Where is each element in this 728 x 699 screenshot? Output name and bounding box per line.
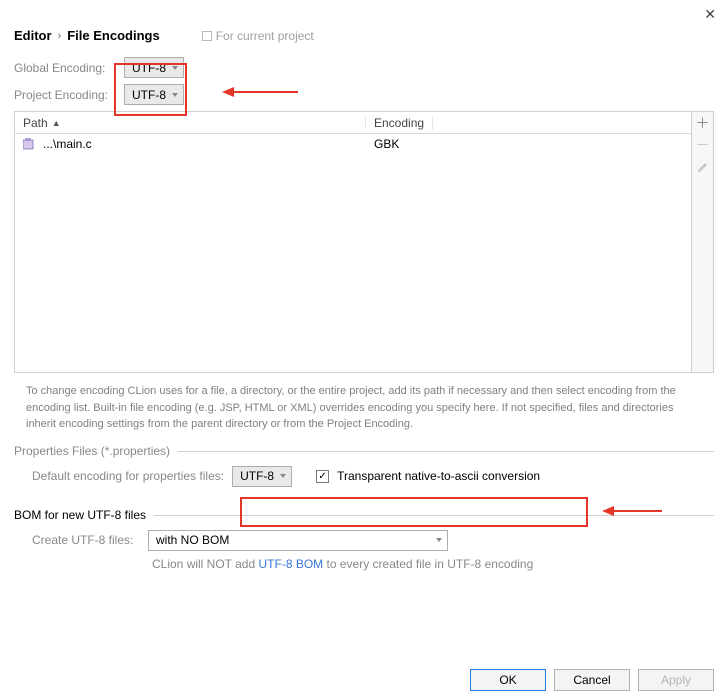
edit-button (692, 156, 714, 178)
chevron-down-icon (436, 538, 442, 542)
dialog-buttons: OK Cancel Apply (470, 669, 714, 691)
add-button[interactable]: ＋ (692, 112, 714, 134)
create-utf8-value: with NO BOM (156, 533, 229, 547)
properties-fieldset: Properties Files (*.properties) Default … (14, 451, 714, 497)
table-header: Path ▲ Encoding (15, 112, 691, 134)
close-icon[interactable]: ✕ (704, 6, 716, 23)
properties-legend: Properties Files (*.properties) (14, 444, 178, 458)
help-text: To change encoding CLion uses for a file… (14, 373, 714, 443)
apply-button: Apply (638, 669, 714, 691)
chevron-down-icon (172, 66, 178, 70)
create-utf8-dropdown[interactable]: with NO BOM (148, 530, 448, 551)
bom-legend: BOM for new UTF-8 files (14, 508, 154, 522)
breadcrumb-file-encodings: File Encodings (67, 28, 159, 43)
utf8-bom-link[interactable]: UTF-8 BOM (259, 557, 324, 571)
create-utf8-label: Create UTF-8 files: (32, 533, 140, 547)
project-encoding-label: Project Encoding: (14, 88, 116, 102)
transparent-checkbox[interactable]: ✓ (316, 470, 329, 483)
global-encoding-label: Global Encoding: (14, 61, 116, 75)
project-encoding-value: UTF-8 (132, 88, 166, 102)
column-path[interactable]: Path ▲ (15, 116, 366, 130)
chevron-down-icon (172, 93, 178, 97)
remove-button: － (692, 134, 714, 156)
bom-hint-post: to every created file in UTF-8 encoding (323, 557, 533, 571)
encoding-table: Path ▲ Encoding ...\main.c (14, 111, 714, 373)
row-encoding: GBK (374, 137, 399, 151)
c-file-icon (23, 138, 37, 150)
bom-hint: CLion will NOT add UTF-8 BOM to every cr… (152, 557, 714, 571)
default-encoding-dropdown[interactable]: UTF-8 (232, 466, 292, 487)
scope-text: For current project (216, 29, 314, 43)
bom-fieldset: BOM for new UTF-8 files Create UTF-8 fil… (14, 515, 714, 575)
cancel-button[interactable]: Cancel (554, 669, 630, 691)
table-tools: ＋ － (691, 112, 713, 372)
transparent-label[interactable]: Transparent native-to-ascii conversion (337, 469, 540, 483)
row-path: ...\main.c (43, 137, 92, 151)
column-path-label: Path (23, 116, 48, 130)
ok-button[interactable]: OK (470, 669, 546, 691)
global-encoding-value: UTF-8 (132, 61, 166, 75)
chevron-right-icon: › (58, 30, 62, 42)
scope-label: For current project (202, 29, 314, 43)
bom-hint-pre: CLion will NOT add (152, 557, 259, 571)
column-encoding[interactable]: Encoding (366, 116, 433, 130)
project-scope-icon (202, 31, 212, 41)
table-empty-area (15, 154, 691, 372)
default-encoding-value: UTF-8 (240, 469, 274, 483)
project-encoding-dropdown[interactable]: UTF-8 (124, 84, 184, 105)
column-encoding-label: Encoding (374, 116, 424, 130)
table-row[interactable]: ...\main.c GBK (15, 134, 691, 154)
global-encoding-dropdown[interactable]: UTF-8 (124, 57, 184, 78)
chevron-down-icon (280, 474, 286, 478)
default-encoding-label: Default encoding for properties files: (32, 469, 224, 483)
sort-asc-icon: ▲ (52, 118, 61, 128)
breadcrumb: Editor › File Encodings For current proj… (14, 28, 714, 43)
breadcrumb-editor[interactable]: Editor (14, 28, 52, 43)
